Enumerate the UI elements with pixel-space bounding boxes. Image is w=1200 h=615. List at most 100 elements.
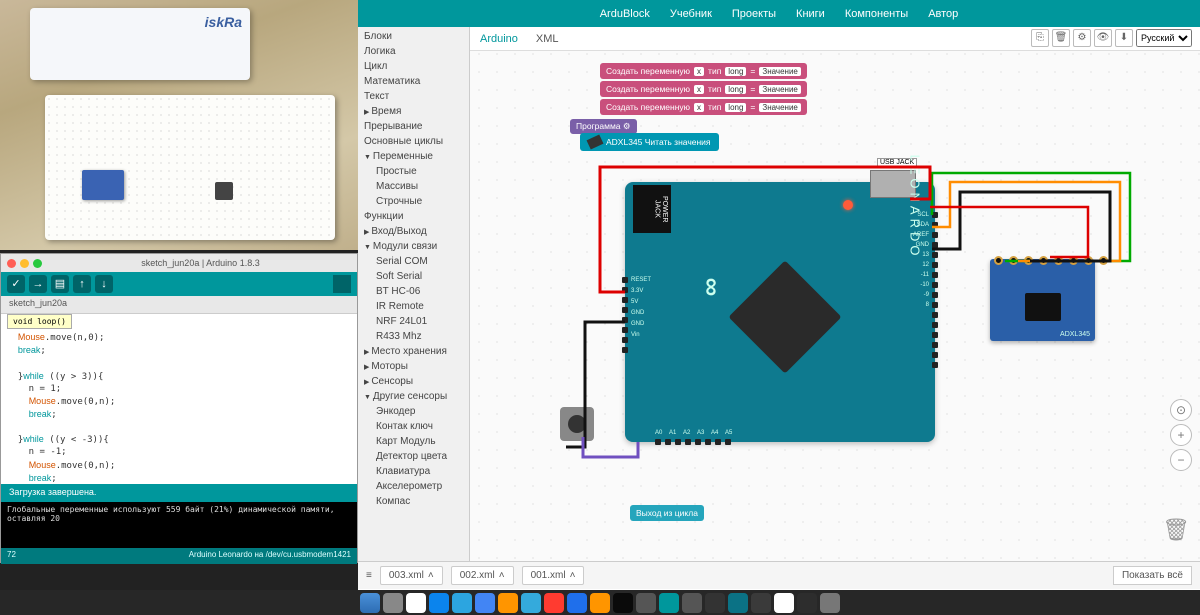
category-r433-mhz[interactable]: R433 Mhz [358,329,469,344]
dock-terminal-icon[interactable] [613,593,633,613]
category-карт-модуль[interactable]: Карт Модуль [358,434,469,449]
download-button[interactable]: ⬇ [1115,29,1133,47]
trash-icon[interactable]: 🗑 [1162,517,1190,543]
category-функции[interactable]: Функции [358,209,469,224]
upload-button[interactable]: → [29,275,47,293]
show-all-button[interactable]: Показать всё [1113,566,1192,585]
dock-app-icon[interactable] [728,593,748,613]
category-строчные[interactable]: Строчные [358,194,469,209]
dock-finder-icon[interactable] [360,593,380,613]
category-математика[interactable]: Математика [358,74,469,89]
ide-sketch-tab[interactable]: sketch_jun20a [1,296,357,314]
block-create-var-3[interactable]: Создать переменную x тип long = Значение [600,99,807,115]
file-tab-001[interactable]: 001.xml ˄ [522,566,585,585]
block-exit-loop[interactable]: Выход из цикла [630,505,704,521]
dock-app-icon[interactable] [452,593,472,613]
category-простые[interactable]: Простые [358,164,469,179]
block-create-var-2[interactable]: Создать переменную x тип long = Значение [600,81,807,97]
tab-arduino[interactable]: Arduino [480,33,518,45]
nav-components[interactable]: Компоненты [845,8,908,20]
dock-ps-icon[interactable] [567,593,587,613]
chevron-up-icon[interactable]: ˄ [499,570,505,581]
category-блоки[interactable]: Блоки [358,29,469,44]
chevron-up-icon[interactable]: ˄ [428,570,434,581]
category-bt-hc-06[interactable]: BT HC-06 [358,284,469,299]
dock-app-icon[interactable] [705,593,725,613]
category-текст[interactable]: Текст [358,89,469,104]
category-акселерометр[interactable]: Акселерометр [358,479,469,494]
dock-arduino-icon[interactable] [659,593,679,613]
category-прерывание[interactable]: Прерывание [358,119,469,134]
nav-projects[interactable]: Проекты [732,8,776,20]
file-tab-003[interactable]: 003.xml ˄ [380,566,443,585]
category-место-хранения[interactable]: Место хранения [358,344,469,359]
language-select[interactable]: Русский [1136,29,1192,47]
dock-mail-icon[interactable] [521,593,541,613]
category-контак-ключ[interactable]: Контак ключ [358,419,469,434]
open-button[interactable]: ↑ [73,275,91,293]
push-button-component[interactable] [560,407,594,441]
trash-button[interactable]: 🗑 [1052,29,1070,47]
category-модули-связи[interactable]: Модули связи [358,239,469,254]
block-canvas[interactable]: Arduino XML ⎘ 🗑 ⚙ 👁 ⬇ Русский Создать пе… [470,27,1200,561]
category-массивы[interactable]: Массивы [358,179,469,194]
close-icon[interactable] [7,259,16,268]
save-button[interactable]: ↓ [95,275,113,293]
category-переменные[interactable]: Переменные [358,149,469,164]
category-клавиатура[interactable]: Клавиатура [358,464,469,479]
new-button[interactable]: ▤ [51,275,69,293]
category-время[interactable]: Время [358,104,469,119]
dock-trash-icon[interactable] [820,593,840,613]
category-вход-выход[interactable]: Вход/Выход [358,224,469,239]
block-program[interactable]: Программа ⚙ [570,119,637,134]
dock-ai-icon[interactable] [590,593,610,613]
category-nrf-24l01[interactable]: NRF 24L01 [358,314,469,329]
dock-app-icon[interactable] [682,593,702,613]
macos-dock[interactable] [0,590,1200,615]
category-детектор-цвета[interactable]: Детектор цвета [358,449,469,464]
arduino-board-diagram[interactable]: USB JACK POWER JACK ∞ LEONARDO SCLSDAARE… [625,182,935,442]
dock-chrome-icon[interactable] [475,593,495,613]
ide-titlebar[interactable]: sketch_jun20a | Arduino 1.8.3 [1,254,357,272]
adxl345-module[interactable] [990,259,1095,341]
category-другие-сенсоры[interactable]: Другие сенсоры [358,389,469,404]
category-моторы[interactable]: Моторы [358,359,469,374]
serial-monitor-button[interactable] [333,275,351,293]
dock-app-icon[interactable] [544,593,564,613]
nav-tutorial[interactable]: Учебник [670,8,712,20]
tab-xml[interactable]: XML [536,33,559,45]
preview-button[interactable]: 👁 [1094,29,1112,47]
category-энкодер[interactable]: Энкодер [358,404,469,419]
dock-app-icon[interactable] [383,593,403,613]
category-soft-serial[interactable]: Soft Serial [358,269,469,284]
dock-app-icon[interactable] [406,593,426,613]
zoom-center-button[interactable]: ⊙ [1170,399,1192,421]
dock-app-icon[interactable] [751,593,771,613]
zoom-out-button[interactable]: − [1170,449,1192,471]
copy-button[interactable]: ⎘ [1031,29,1049,47]
block-categories-sidebar[interactable]: БлокиЛогикаЦиклМатематикаТекстВремяПреры… [358,27,470,561]
code-editor[interactable]: void loop(){ Mouse.move(n,0); break; }wh… [1,314,357,484]
category-цикл[interactable]: Цикл [358,59,469,74]
gear-button[interactable]: ⚙ [1073,29,1091,47]
dock-app-icon[interactable] [774,593,794,613]
block-adxl-read[interactable]: ADXL345 Читать значения [580,133,719,151]
category-serial-com[interactable]: Serial COM [358,254,469,269]
category-основные-циклы[interactable]: Основные циклы [358,134,469,149]
category-ir-remote[interactable]: IR Remote [358,299,469,314]
dock-app-icon[interactable] [797,593,817,613]
nav-books[interactable]: Книги [796,8,825,20]
ide-console[interactable]: Глобальные переменные используют 559 бай… [1,502,357,548]
dock-app-icon[interactable] [498,593,518,613]
dock-safari-icon[interactable] [429,593,449,613]
nav-author[interactable]: Автор [928,8,958,20]
category-логика[interactable]: Логика [358,44,469,59]
verify-button[interactable]: ✓ [7,275,25,293]
nav-ardublock[interactable]: ArduBlock [600,8,650,20]
minimize-icon[interactable] [20,259,29,268]
zoom-in-button[interactable]: + [1170,424,1192,446]
chevron-up-icon[interactable]: ˄ [570,570,576,581]
category-компас[interactable]: Компас [358,494,469,509]
add-file-button[interactable]: ≡ [366,570,372,581]
maximize-icon[interactable] [33,259,42,268]
